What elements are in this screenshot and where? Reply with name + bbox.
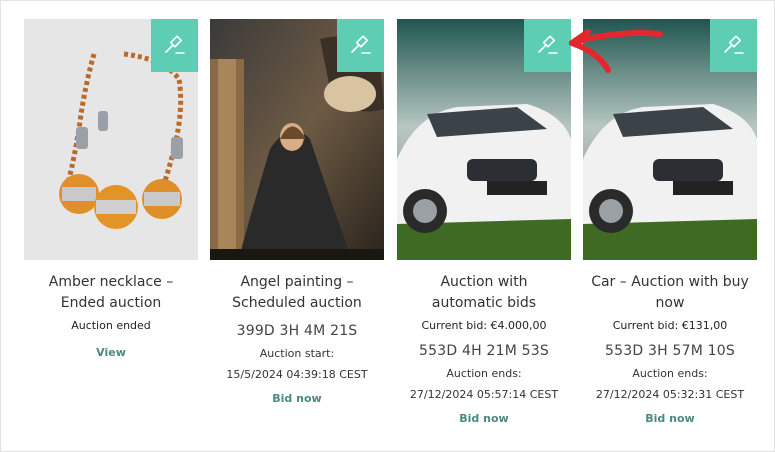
auction-card-angel-painting: Angel painting – Scheduled auction 399D …: [210, 19, 384, 406]
current-bid: Current bid: €4.000,00: [421, 319, 547, 332]
countdown-timer: 399D 3H 4M 21S: [236, 323, 358, 339]
auction-badge: [151, 19, 198, 72]
product-title[interactable]: Car – Auction with buy now: [583, 272, 757, 314]
auction-status: Auction ended: [71, 319, 151, 332]
bid-now-link[interactable]: Bid now: [272, 392, 321, 405]
annotation-arrow: [569, 29, 663, 73]
product-image[interactable]: [24, 19, 198, 260]
auction-hammer-icon: [537, 34, 558, 54]
auction-ends-label: Auction ends:: [632, 367, 708, 380]
product-title[interactable]: Auction with automatic bids: [397, 272, 571, 314]
bid-now-link[interactable]: Bid now: [645, 412, 694, 425]
view-link[interactable]: View: [96, 346, 126, 359]
product-title[interactable]: Angel painting – Scheduled auction: [210, 272, 384, 314]
auction-badge: [337, 19, 384, 72]
auction-card-automatic-bids: Auction with automatic bids Current bid:…: [397, 19, 571, 426]
product-image[interactable]: [397, 19, 571, 260]
product-image[interactable]: [210, 19, 384, 260]
auction-start-time: 15/5/2024 04:39:18 CEST: [226, 368, 368, 381]
bid-now-link[interactable]: Bid now: [459, 412, 508, 425]
auction-hammer-icon: [350, 34, 371, 54]
auction-ends-label: Auction ends:: [446, 367, 522, 380]
auction-hammer-icon: [164, 34, 185, 54]
product-title[interactable]: Amber necklace – Ended auction: [24, 272, 198, 314]
auction-hammer-icon: [723, 34, 744, 54]
auction-card-amber-necklace: Amber necklace – Ended auction Auction e…: [24, 19, 198, 360]
auction-end-time: 27/12/2024 05:57:14 CEST: [409, 388, 559, 401]
countdown-timer: 553D 4H 21M 53S: [419, 343, 549, 359]
current-bid: Current bid: €131,00: [612, 319, 728, 332]
auction-start-label: Auction start:: [259, 347, 335, 360]
countdown-timer: 553D 3H 57M 10S: [605, 343, 735, 359]
auction-end-time: 27/12/2024 05:32:31 CEST: [595, 388, 745, 401]
auction-badge: [710, 19, 757, 72]
